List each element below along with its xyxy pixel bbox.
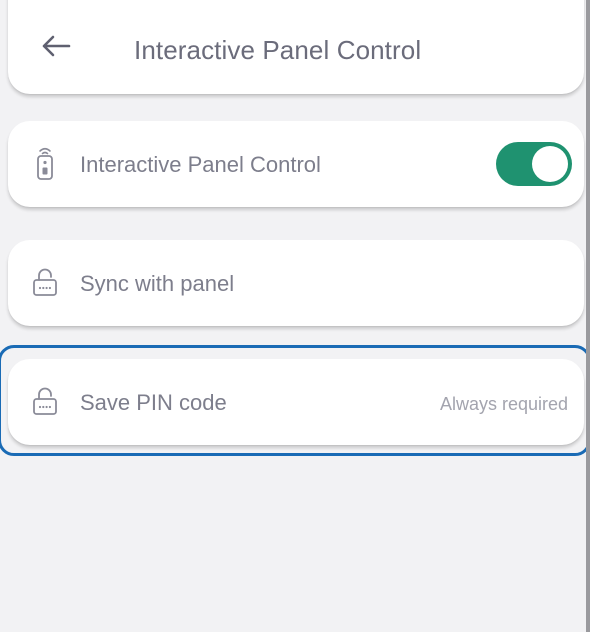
arrow-left-icon	[42, 35, 71, 57]
remote-icon	[32, 145, 58, 181]
setting-label: Save PIN code	[80, 390, 227, 415]
back-button[interactable]	[36, 26, 76, 66]
setting-label: Interactive Panel Control	[80, 152, 321, 177]
toggle-knob	[532, 146, 568, 182]
setting-row-save-pin-code[interactable]: Save PIN code Always required	[8, 359, 584, 445]
lock-pin-icon	[32, 264, 58, 300]
interactive-panel-control-toggle[interactable]	[496, 142, 572, 186]
window-edge	[586, 0, 590, 632]
app-header: Interactive Panel Control	[8, 0, 584, 94]
screen: Interactive Panel Control Interactive Pa…	[0, 0, 590, 632]
page-title: Interactive Panel Control	[134, 35, 422, 65]
setting-row-interactive-panel-control[interactable]: Interactive Panel Control	[8, 121, 584, 207]
setting-label: Sync with panel	[80, 271, 235, 296]
lock-pin-icon	[32, 383, 58, 419]
setting-row-sync-with-panel[interactable]: Sync with panel	[8, 240, 584, 326]
setting-value: Always required	[439, 394, 568, 414]
